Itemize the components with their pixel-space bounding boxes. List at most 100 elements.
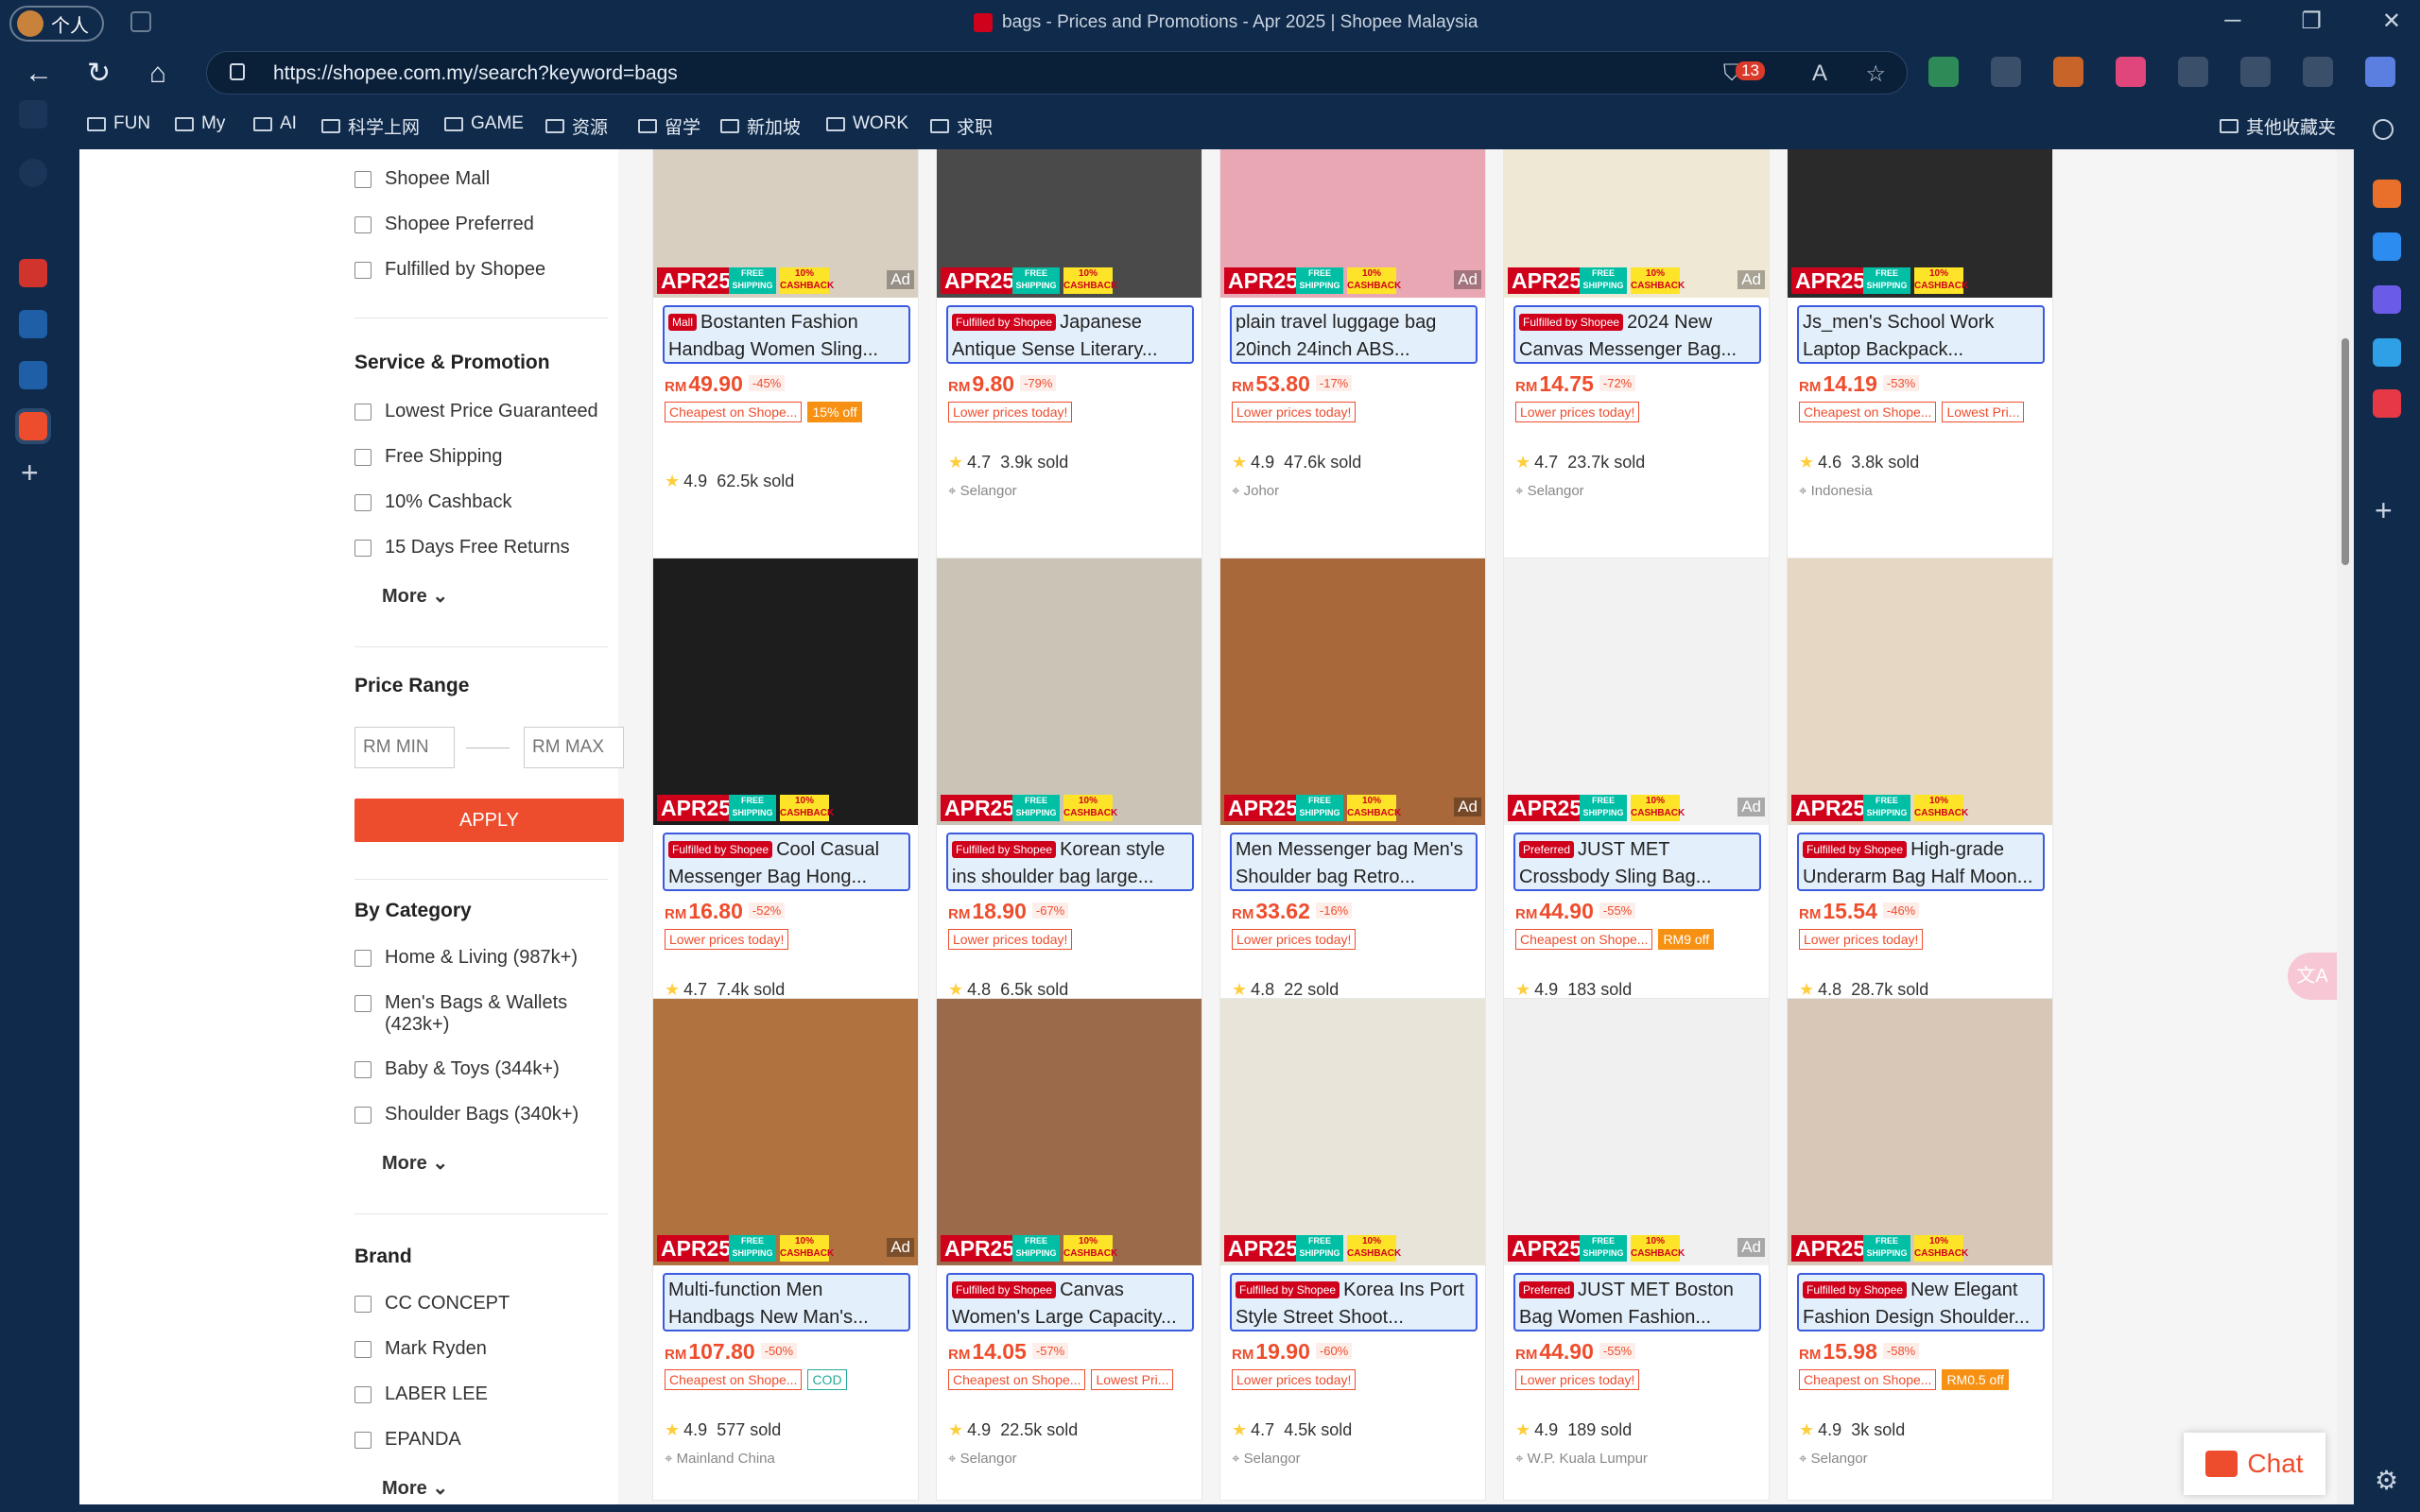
translate-float-icon[interactable]: 文A — [2288, 953, 2337, 1000]
more-label[interactable]: More — [382, 1153, 427, 1174]
product-card[interactable]: APR25 FREE SHIPPING 10% CASHBACK Ad Preferre… — [1503, 558, 1770, 1060]
filter-fulfilled-by-shopee[interactable]: Fulfilled by Shopee — [354, 259, 545, 281]
profile-button[interactable]: 个人 — [9, 6, 104, 42]
refresh-icon[interactable]: ↻ — [87, 57, 111, 91]
bookmark-label[interactable]: 其他收藏夹 — [2246, 113, 2336, 139]
more-label[interactable]: More — [382, 586, 427, 607]
filter-cashback[interactable]: 10% Cashback — [354, 491, 512, 513]
tab-icon[interactable] — [19, 159, 47, 187]
brand-item[interactable]: CC CONCEPT — [354, 1293, 510, 1314]
bookmark-label[interactable]: GAME — [471, 113, 524, 134]
telegram-icon[interactable] — [2373, 338, 2401, 367]
bookmark-folder[interactable]: 资源 — [545, 113, 608, 139]
product-image[interactable] — [1788, 558, 2052, 825]
category-item[interactable]: Home & Living (987k+) — [354, 947, 578, 969]
product-image[interactable] — [1504, 999, 1769, 1265]
extension-icon[interactable] — [2053, 57, 2083, 87]
product-title[interactable]: Preferred JUST MET Boston Bag Women Fashi… — [1513, 1273, 1761, 1332]
bookmark-label[interactable]: WORK — [853, 113, 908, 134]
product-card[interactable]: APR25 FREE SHIPPING 10% CASHBACK Fulfilled … — [1787, 998, 2053, 1501]
product-card[interactable]: APR25 FREE SHIPPING 10% CASHBACK Fulfilled … — [936, 998, 1202, 1501]
youtube-tab-icon[interactable] — [19, 259, 47, 287]
tools-icon[interactable] — [2373, 180, 2401, 208]
filter-label[interactable]: Shopee Preferred — [385, 214, 534, 235]
checkbox[interactable] — [354, 540, 372, 557]
home-icon[interactable]: ⌂ — [149, 57, 166, 91]
product-title[interactable]: Fulfilled by Shopee Korean style ins shou… — [946, 833, 1194, 891]
product-title[interactable]: plain travel luggage bag 20inch 24inch A… — [1230, 305, 1478, 364]
product-image[interactable] — [937, 999, 1201, 1265]
product-card[interactable]: APR25 FREE SHIPPING 10% CASHBACK Ad Preferre… — [1503, 998, 1770, 1501]
filter-label[interactable]: 10% Cashback — [385, 491, 512, 513]
filter-free-returns[interactable]: 15 Days Free Returns — [354, 537, 570, 558]
product-title-text[interactable]: Men Messenger bag Men's Shoulder bag Ret… — [1236, 839, 1463, 887]
checkbox[interactable] — [354, 449, 372, 466]
extension-icon[interactable] — [1928, 57, 1959, 87]
bookmark-label[interactable]: 新加坡 — [747, 113, 801, 139]
category-item[interactable]: Men's Bags & Wallets (423k+) — [354, 992, 581, 1036]
url-text[interactable]: https://shopee.com.my/search?keyword=bag… — [273, 62, 678, 85]
checkbox[interactable] — [354, 1432, 372, 1449]
bookmark-folder[interactable]: 新加坡 — [720, 113, 801, 139]
lock-icon[interactable] — [230, 63, 245, 80]
product-title-text[interactable]: plain travel luggage bag 20inch 24inch A… — [1236, 312, 1436, 360]
bookmark-folder[interactable]: 求职 — [930, 113, 993, 139]
product-image[interactable] — [653, 558, 918, 825]
chat-button[interactable]: Chat — [2184, 1433, 2325, 1495]
price-min-input[interactable] — [354, 727, 455, 768]
product-card[interactable]: APR25 FREE SHIPPING 10% CASHBACK Fulfilled … — [652, 558, 919, 1060]
settings-gear-icon[interactable]: ⚙ — [2375, 1465, 2398, 1496]
product-title[interactable]: Fulfilled by Shopee 2024 New Canvas Messe… — [1513, 305, 1761, 364]
history-icon[interactable] — [2240, 57, 2271, 87]
product-card[interactable]: APR25 FREE SHIPPING 10% CASHBACK Ad Men Mess… — [1219, 558, 1486, 1060]
product-image[interactable] — [653, 999, 918, 1265]
menu-icon[interactable] — [2303, 57, 2333, 87]
checkbox[interactable] — [354, 1296, 372, 1313]
product-image[interactable] — [1504, 558, 1769, 825]
bookmark-label[interactable]: 留学 — [665, 113, 700, 139]
category-label[interactable]: Shoulder Bags (340k+) — [385, 1104, 579, 1125]
copilot-icon[interactable] — [2373, 285, 2401, 314]
product-card[interactable]: APR25 FREE SHIPPING 10% CASHBACK Fulfilled … — [1219, 998, 1486, 1501]
category-label[interactable]: Baby & Toys (344k+) — [385, 1058, 560, 1080]
product-title-text[interactable]: Js_men's School Work Laptop Backpack... — [1803, 312, 1994, 360]
bookmark-folder[interactable]: GAME — [444, 113, 524, 134]
restore-icon[interactable]: ❐ — [2301, 8, 2322, 35]
bookmark-label[interactable]: My — [201, 113, 225, 134]
scrollbar-thumb[interactable] — [2342, 338, 2349, 565]
product-title[interactable]: Multi-function Men Handbags New Man's... — [663, 1273, 910, 1332]
checkbox[interactable] — [354, 404, 372, 421]
bookmark-label[interactable]: 科学上网 — [348, 113, 420, 139]
filter-label[interactable]: Fulfilled by Shopee — [385, 259, 545, 281]
bookmark-folder[interactable]: 科学上网 — [321, 113, 420, 139]
app-icon[interactable] — [2373, 232, 2401, 261]
bookmark-folder[interactable]: FUN — [87, 113, 150, 134]
tab-actions-icon[interactable] — [130, 11, 151, 32]
tab-list-icon[interactable] — [19, 100, 47, 129]
product-card[interactable]: APR25 FREE SHIPPING 10% CASHBACK Fulfilled … — [1787, 558, 2053, 1060]
checkbox[interactable] — [354, 1061, 372, 1078]
translate-extension-icon[interactable] — [2116, 57, 2146, 87]
brand-item[interactable]: EPANDA — [354, 1429, 461, 1451]
product-title[interactable]: Fulfilled by Shopee Japanese Antique Sens… — [946, 305, 1194, 364]
product-title[interactable]: Fulfilled by Shopee Canvas Women's Large … — [946, 1273, 1194, 1332]
brand-label[interactable]: Mark Ryden — [385, 1338, 487, 1360]
extensions-icon[interactable] — [2178, 57, 2208, 87]
product-title[interactable]: Preferred JUST MET Crossbody Sling Bag... — [1513, 833, 1761, 891]
filter-label[interactable]: Lowest Price Guaranteed — [385, 401, 598, 422]
checkbox[interactable] — [354, 1386, 372, 1403]
category-item[interactable]: Shoulder Bags (340k+) — [354, 1104, 579, 1125]
app-icon[interactable] — [2373, 389, 2401, 418]
product-title[interactable]: Men Messenger bag Men's Shoulder bag Ret… — [1230, 833, 1478, 891]
product-title[interactable]: Fulfilled by Shopee Cool Casual Messenger… — [663, 833, 910, 891]
filter-shopee-mall[interactable]: Shopee Mall — [354, 168, 490, 190]
new-tab-icon[interactable]: + — [21, 455, 39, 490]
bookmark-folder[interactable]: WORK — [826, 113, 908, 134]
back-icon[interactable]: ← — [25, 57, 53, 91]
product-title[interactable]: Fulfilled by Shopee High-grade Underarm B… — [1797, 833, 2045, 891]
filter-shopee-preferred[interactable]: Shopee Preferred — [354, 214, 534, 235]
checkbox[interactable] — [354, 494, 372, 511]
brand-item[interactable]: LABER LEE — [354, 1383, 488, 1405]
bookmark-label[interactable]: FUN — [113, 113, 150, 134]
favorite-star-icon[interactable]: ☆ — [1865, 60, 1886, 88]
